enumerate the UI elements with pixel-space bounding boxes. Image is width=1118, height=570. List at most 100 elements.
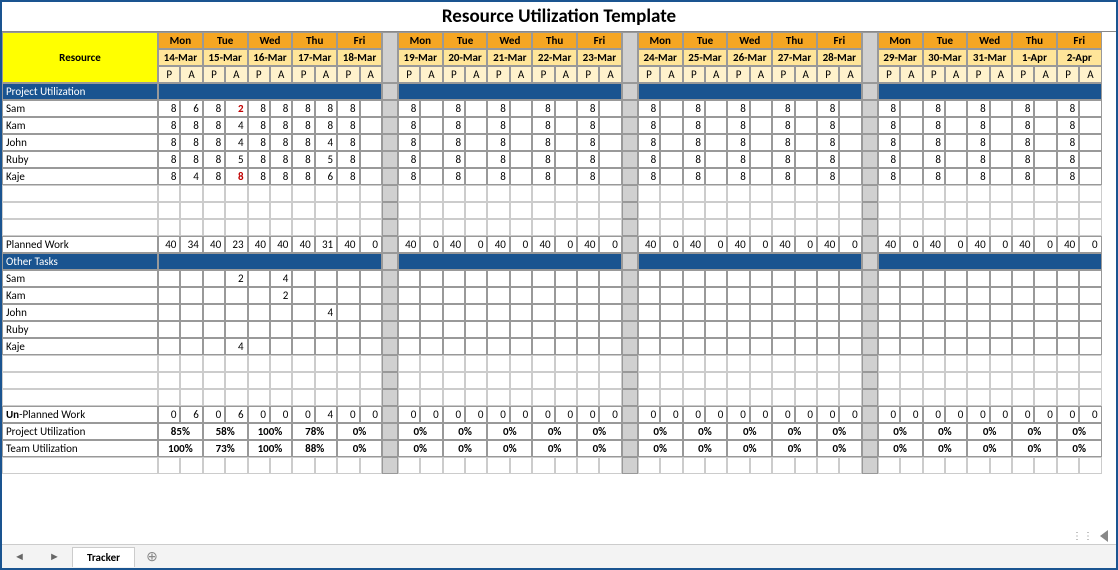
data-cell[interactable]: 8 <box>923 151 945 168</box>
data-cell[interactable] <box>577 321 599 338</box>
data-cell[interactable]: 8 <box>337 168 359 185</box>
data-cell[interactable] <box>772 304 794 321</box>
data-cell[interactable] <box>158 304 180 321</box>
data-cell[interactable]: 8 <box>203 134 225 151</box>
data-cell[interactable] <box>900 134 922 151</box>
data-cell[interactable]: 8 <box>487 151 509 168</box>
data-cell[interactable] <box>990 270 1012 287</box>
data-cell[interactable] <box>337 287 359 304</box>
data-cell[interactable] <box>248 338 270 355</box>
data-cell[interactable] <box>683 338 705 355</box>
data-cell[interactable] <box>945 287 967 304</box>
data-cell[interactable] <box>750 151 772 168</box>
data-cell[interactable] <box>158 321 180 338</box>
data-cell[interactable] <box>420 100 442 117</box>
data-cell[interactable]: 8 <box>270 134 292 151</box>
data-cell[interactable] <box>420 117 442 134</box>
data-cell[interactable] <box>465 117 487 134</box>
data-cell[interactable]: 8 <box>532 168 554 185</box>
data-cell[interactable] <box>180 338 202 355</box>
data-cell[interactable] <box>465 100 487 117</box>
data-cell[interactable] <box>945 338 967 355</box>
data-cell[interactable] <box>795 151 817 168</box>
data-cell[interactable] <box>337 270 359 287</box>
tab-first-icon[interactable]: ◄ <box>14 550 25 563</box>
data-cell[interactable] <box>839 338 861 355</box>
tab-next-icon[interactable]: ► <box>49 550 60 563</box>
data-cell[interactable] <box>337 338 359 355</box>
data-cell[interactable]: 8 <box>270 117 292 134</box>
data-cell[interactable] <box>599 270 621 287</box>
data-cell[interactable]: 8 <box>577 168 599 185</box>
data-cell[interactable]: 2 <box>225 270 247 287</box>
data-cell[interactable] <box>487 287 509 304</box>
data-cell[interactable] <box>990 134 1012 151</box>
data-cell[interactable] <box>555 168 577 185</box>
data-cell[interactable] <box>900 270 922 287</box>
data-cell[interactable] <box>1079 151 1101 168</box>
data-cell[interactable] <box>1079 304 1101 321</box>
data-cell[interactable] <box>705 168 727 185</box>
data-cell[interactable]: 8 <box>487 100 509 117</box>
data-cell[interactable] <box>638 304 660 321</box>
data-cell[interactable] <box>1057 304 1079 321</box>
data-cell[interactable]: 8 <box>772 168 794 185</box>
data-cell[interactable] <box>555 321 577 338</box>
data-cell[interactable] <box>750 134 772 151</box>
data-cell[interactable] <box>990 151 1012 168</box>
data-cell[interactable] <box>900 304 922 321</box>
data-cell[interactable] <box>420 304 442 321</box>
data-cell[interactable] <box>532 304 554 321</box>
data-cell[interactable]: 8 <box>967 151 989 168</box>
data-cell[interactable] <box>443 321 465 338</box>
data-cell[interactable] <box>270 338 292 355</box>
data-cell[interactable]: 8 <box>923 117 945 134</box>
data-cell[interactable]: 8 <box>638 134 660 151</box>
data-cell[interactable] <box>839 134 861 151</box>
data-cell[interactable] <box>945 100 967 117</box>
data-cell[interactable] <box>839 117 861 134</box>
data-cell[interactable] <box>510 117 532 134</box>
data-cell[interactable] <box>727 321 749 338</box>
data-cell[interactable] <box>203 270 225 287</box>
data-cell[interactable] <box>599 287 621 304</box>
data-cell[interactable] <box>248 287 270 304</box>
data-cell[interactable] <box>225 321 247 338</box>
data-cell[interactable] <box>465 304 487 321</box>
data-cell[interactable] <box>225 304 247 321</box>
data-cell[interactable] <box>878 287 900 304</box>
data-cell[interactable] <box>599 321 621 338</box>
data-cell[interactable] <box>532 338 554 355</box>
data-cell[interactable] <box>923 287 945 304</box>
data-cell[interactable] <box>638 321 660 338</box>
data-cell[interactable] <box>577 304 599 321</box>
data-cell[interactable]: 8 <box>1057 117 1079 134</box>
data-cell[interactable]: 8 <box>1057 134 1079 151</box>
data-cell[interactable] <box>660 100 682 117</box>
data-cell[interactable] <box>398 338 420 355</box>
data-cell[interactable] <box>878 270 900 287</box>
data-cell[interactable] <box>599 168 621 185</box>
data-cell[interactable] <box>577 287 599 304</box>
data-cell[interactable]: 8 <box>443 151 465 168</box>
data-cell[interactable] <box>817 321 839 338</box>
data-cell[interactable]: 8 <box>248 151 270 168</box>
data-cell[interactable] <box>487 270 509 287</box>
data-cell[interactable] <box>1012 270 1034 287</box>
data-cell[interactable] <box>795 338 817 355</box>
data-cell[interactable] <box>420 151 442 168</box>
data-cell[interactable] <box>203 338 225 355</box>
data-cell[interactable] <box>945 117 967 134</box>
data-cell[interactable] <box>443 304 465 321</box>
data-cell[interactable] <box>420 321 442 338</box>
data-cell[interactable] <box>1034 151 1056 168</box>
data-cell[interactable]: 8 <box>1057 151 1079 168</box>
data-cell[interactable] <box>705 321 727 338</box>
data-cell[interactable]: 6 <box>315 168 337 185</box>
data-cell[interactable]: 8 <box>532 117 554 134</box>
data-cell[interactable] <box>990 117 1012 134</box>
data-cell[interactable] <box>420 338 442 355</box>
data-cell[interactable] <box>750 287 772 304</box>
data-cell[interactable] <box>360 321 382 338</box>
data-cell[interactable] <box>839 304 861 321</box>
